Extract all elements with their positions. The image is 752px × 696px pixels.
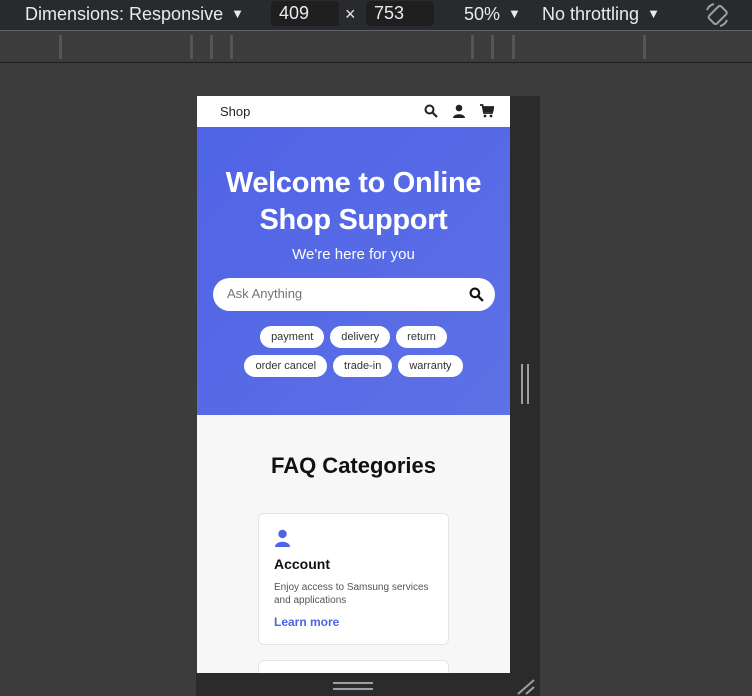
times-sign: × [345,4,356,24]
vertical-resize-handle[interactable] [521,364,529,404]
site-header: Shop [197,96,510,127]
ruler-tick [471,35,474,59]
ruler-tick [210,35,213,59]
ruler-tick [190,35,193,59]
media-query-ruler [0,30,752,63]
rotate-icon[interactable] [704,2,730,28]
chip-delivery[interactable]: delivery [330,326,391,348]
chip-warranty[interactable]: warranty [398,355,463,377]
card-title: Account [274,556,330,572]
ruler-tick [643,35,646,59]
height-input[interactable]: 753 [366,1,434,26]
chip-return[interactable]: return [396,326,447,348]
chip-order-cancel[interactable]: order cancel [244,355,328,377]
ruler-tick [59,35,62,59]
cart-icon[interactable] [480,104,494,118]
hero-subtitle: We're here for you [292,246,415,263]
chip-payment[interactable]: payment [260,326,325,348]
zoom-dropdown[interactable]: 50% ▼ [464,3,521,25]
devtools-toolbar: Dimensions: Responsive ▼ 409 × 753 50% ▼ N… [0,0,752,30]
search-input[interactable] [227,286,457,301]
support-search-bar[interactable] [213,278,495,311]
hero-title: Welcome to Online Shop Support [225,167,482,236]
resize-handle-icon[interactable] [514,677,536,695]
brand-logo[interactable]: Shop [220,104,250,119]
throttling-dropdown[interactable]: No throttling ▼ [542,3,660,25]
faq-section-title: FAQ Categories [270,453,437,478]
horizontal-resize-handle[interactable] [333,682,373,690]
search-icon[interactable] [469,287,484,302]
chip-trade-in[interactable]: trade-in [333,355,393,377]
quick-topic-chips: payment delivery return order cancel trade-… [197,326,510,384]
learn-more-link[interactable]: Learn more [274,615,339,629]
user-icon[interactable] [452,104,466,118]
caret-down-icon: ▼ [508,6,521,21]
hero-section: Welcome to Online Shop Support We're her… [197,127,510,415]
caret-down-icon: ▼ [231,6,244,21]
ruler-tick [512,35,515,59]
throttling-label: No throttling [542,4,640,24]
width-input[interactable]: 409 [271,1,339,26]
device-screen: Shop Welcome to Online Shop Support We'r… [197,96,510,673]
ruler-tick [230,35,233,59]
caret-down-icon: ▼ [647,6,660,21]
search-icon[interactable] [424,104,438,118]
dimensions-dropdown[interactable]: Dimensions: Responsive ▼ [25,3,244,25]
card-description: Enjoy access to Samsung services and app… [274,582,429,606]
user-icon [275,529,290,547]
dimensions-label: Dimensions: Responsive [25,4,224,24]
faq-category-card[interactable] [258,660,449,673]
ruler-tick [491,35,494,59]
faq-category-card[interactable]: Account Enjoy access to Samsung services… [258,513,449,645]
zoom-label: 50% [464,4,501,24]
